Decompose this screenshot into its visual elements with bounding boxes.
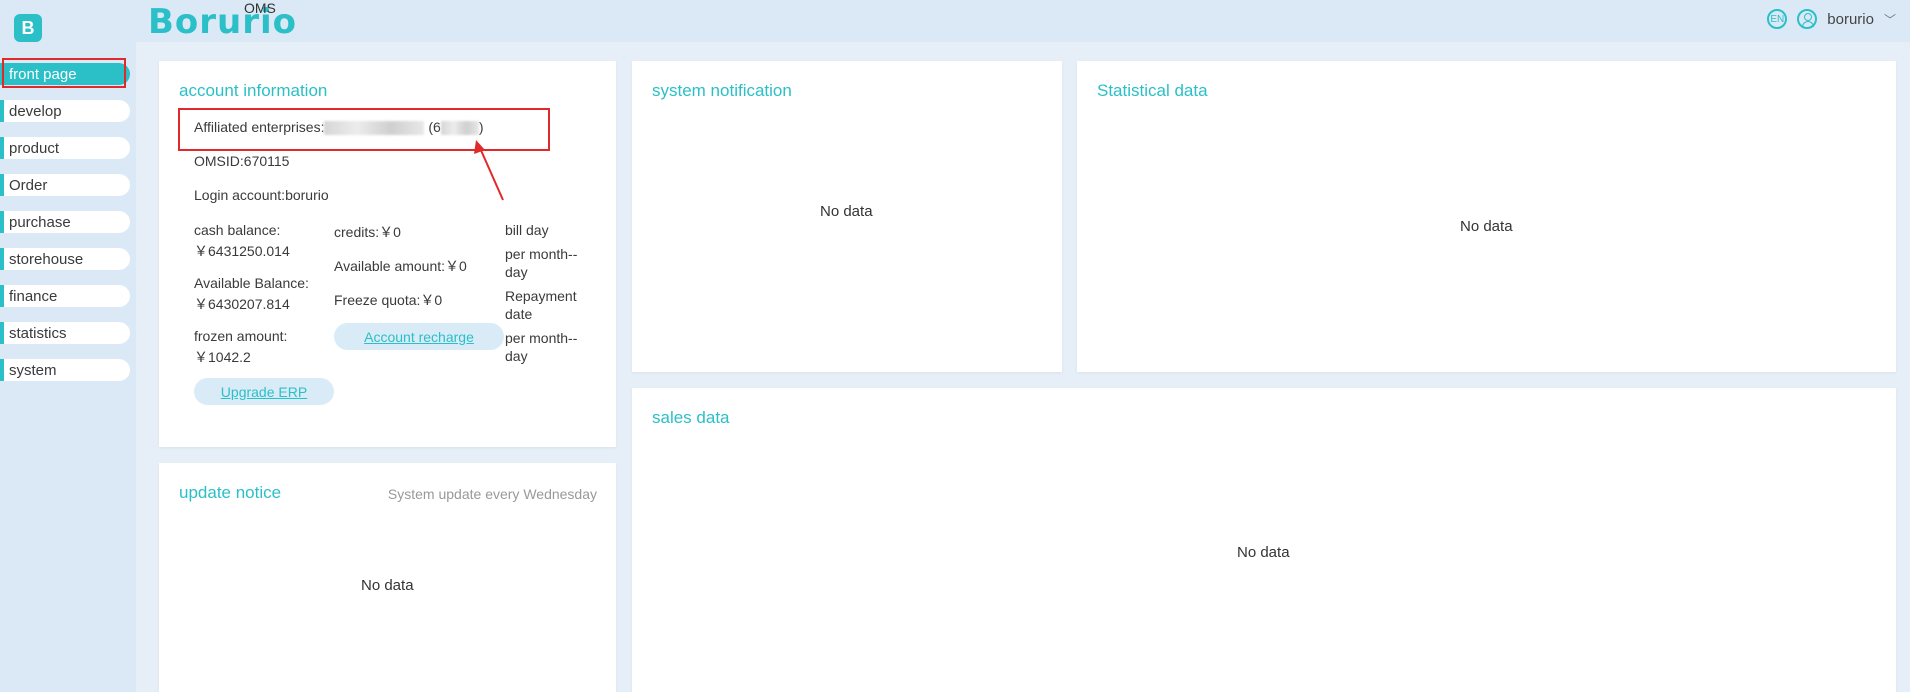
empty-state: No data bbox=[1460, 218, 1513, 235]
annotation-arrow bbox=[474, 140, 504, 201]
sidebar-item-storehouse[interactable]: storehouse bbox=[0, 248, 130, 270]
available-balance-label: Available Balance: bbox=[194, 275, 309, 291]
sidebar-item-label: finance bbox=[9, 287, 58, 305]
account-recharge-button[interactable]: Account recharge bbox=[334, 323, 504, 350]
sidebar-item-product[interactable]: product bbox=[0, 137, 130, 159]
sidebar-item-label: Order bbox=[9, 176, 48, 194]
frozen-amount-value: ￥1042.2 bbox=[194, 349, 251, 365]
card-title: system notification bbox=[652, 81, 792, 100]
empty-state: No data bbox=[1237, 544, 1290, 561]
card-title: account information bbox=[179, 81, 328, 100]
frozen-amount-label: frozen amount: bbox=[194, 328, 288, 344]
update-notice-subtitle: System update every Wednesday bbox=[387, 486, 597, 502]
cash-balance-label: cash balance: bbox=[194, 222, 281, 238]
repayment-date-label: Repayment date bbox=[505, 288, 577, 322]
affiliated-id-close: ) bbox=[478, 119, 484, 135]
top-header: Borurio OMS EN borurio ﹀ bbox=[136, 0, 1910, 42]
chevron-down-icon[interactable]: ﹀ bbox=[1884, 11, 1896, 28]
redacted-enterprise-name bbox=[324, 121, 425, 136]
sidebar-item-purchase[interactable]: purchase bbox=[0, 211, 130, 233]
sidebar-item-develop[interactable]: develop bbox=[0, 100, 130, 122]
available-balance-value: ￥6430207.814 bbox=[194, 296, 290, 312]
card-title: Statistical data bbox=[1097, 81, 1208, 100]
sidebar-item-label: system bbox=[9, 361, 57, 379]
redacted-enterprise-id bbox=[440, 121, 479, 136]
language-icon[interactable]: EN bbox=[1767, 9, 1788, 29]
sidebar-item-label: product bbox=[9, 139, 60, 157]
affiliated-id-open: (6 bbox=[428, 119, 441, 135]
sidebar-item-statistics[interactable]: statistics bbox=[0, 322, 130, 344]
login-account: Login account:borurio bbox=[194, 187, 329, 203]
sidebar-item-system[interactable]: system bbox=[0, 359, 130, 381]
affiliated-enterprises: Affiliated enterprises: (6) bbox=[194, 119, 484, 136]
app-logo-icon[interactable]: B bbox=[14, 14, 42, 42]
upgrade-erp-button[interactable]: Upgrade ERP bbox=[194, 378, 334, 405]
affiliated-label: Affiliated enterprises: bbox=[194, 119, 325, 135]
sidebar-item-label: develop bbox=[9, 102, 62, 120]
username[interactable]: borurio bbox=[1827, 11, 1874, 28]
user-icon[interactable] bbox=[1797, 9, 1818, 29]
sidebar: B front page develop product Order purch… bbox=[0, 0, 136, 692]
update-notice-card: update notice System update every Wednes… bbox=[159, 463, 616, 692]
repayment-date-value: per month--day bbox=[505, 330, 578, 364]
omsid: OMSID:670115 bbox=[194, 153, 290, 169]
sidebar-item-label: front page bbox=[9, 65, 77, 83]
card-title: update notice bbox=[179, 483, 282, 502]
cash-balance-value: ￥6431250.014 bbox=[194, 243, 290, 259]
sidebar-item-finance[interactable]: finance bbox=[0, 285, 130, 307]
sidebar-item-front-page[interactable]: front page bbox=[0, 63, 130, 85]
credits: credits:￥0 bbox=[334, 224, 401, 240]
empty-state: No data bbox=[820, 203, 873, 220]
sidebar-item-label: statistics bbox=[9, 324, 67, 342]
sidebar-item-label: purchase bbox=[9, 213, 71, 231]
card-title: sales data bbox=[652, 408, 730, 427]
available-amount: Available amount:￥0 bbox=[334, 258, 467, 274]
sidebar-item-label: storehouse bbox=[9, 250, 84, 268]
brand-subtitle: OMS bbox=[244, 0, 276, 16]
statistical-data-card: Statistical data No data bbox=[1077, 61, 1896, 372]
empty-state: No data bbox=[361, 577, 414, 594]
freeze-quota: Freeze quota:￥0 bbox=[334, 292, 443, 308]
sidebar-item-order[interactable]: Order bbox=[0, 174, 130, 196]
bill-day-label: bill day bbox=[505, 222, 549, 238]
sidebar-menu: front page develop product Order purchas… bbox=[0, 63, 130, 396]
system-notification-card: system notification No data bbox=[632, 61, 1062, 372]
account-information-card: account information Affiliated enterpris… bbox=[159, 61, 616, 447]
bill-day-value: per month--day bbox=[505, 246, 578, 280]
sales-data-card: sales data No data bbox=[632, 388, 1896, 692]
header-actions: EN borurio ﹀ bbox=[1767, 9, 1896, 29]
